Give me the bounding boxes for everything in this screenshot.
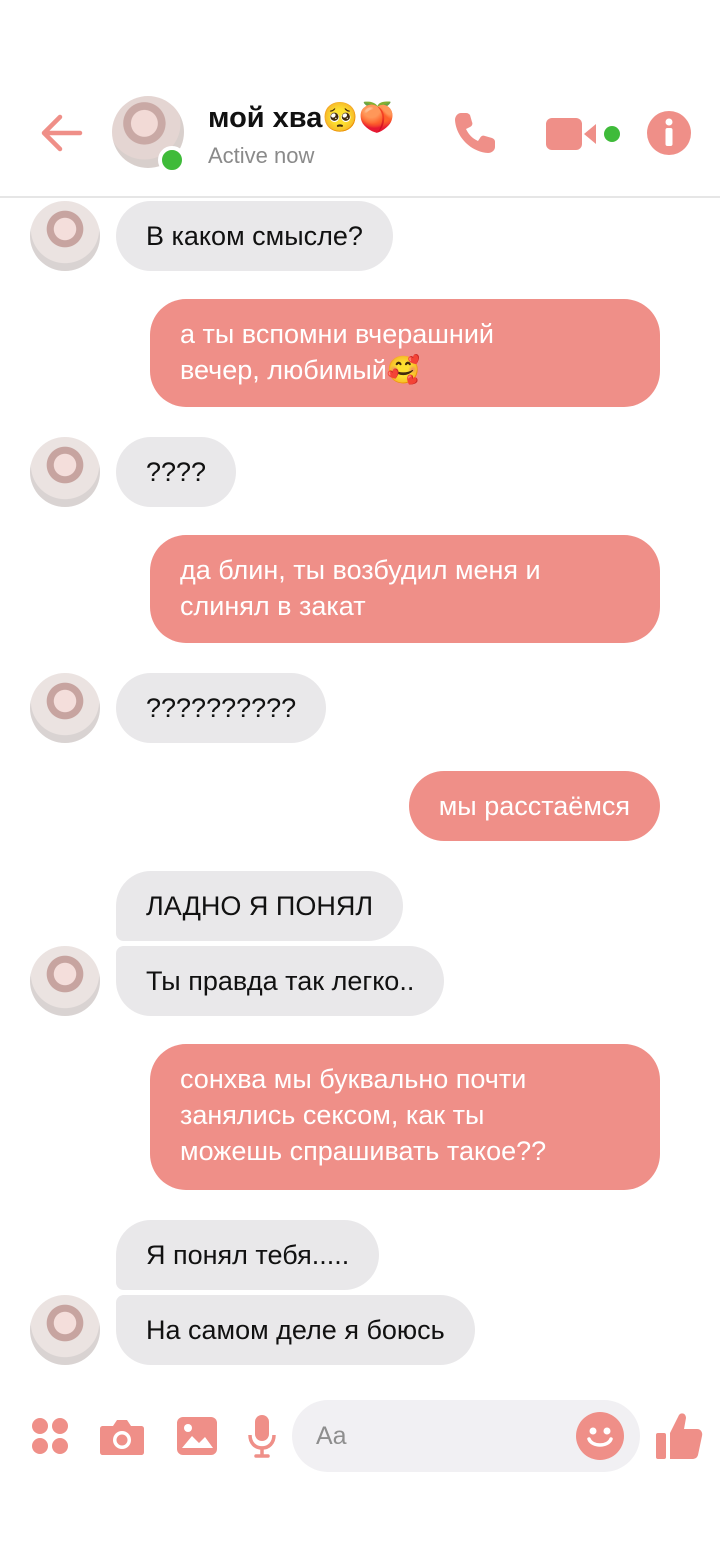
- thumbs-up-icon: [656, 1413, 703, 1459]
- sender-avatar[interactable]: [30, 437, 100, 507]
- video-call-button[interactable]: [544, 110, 624, 158]
- incoming-message[interactable]: ????: [116, 437, 237, 507]
- contact-name[interactable]: мой хва🥺🍑: [208, 101, 395, 135]
- phone-icon: [455, 113, 495, 153]
- incoming-message[interactable]: Я понял тебя.....: [116, 1220, 380, 1290]
- sender-avatar[interactable]: [30, 946, 100, 1016]
- emoji-icon: [587, 1427, 613, 1447]
- outgoing-message[interactable]: да блин, ты возбудил меня и слинял в зак…: [150, 535, 660, 643]
- incoming-message[interactable]: На самом деле я боюсь: [116, 1295, 475, 1365]
- contact-avatar[interactable]: [112, 96, 186, 174]
- chat-screen: мой хва🥺🍑 Active now В каком смысле? а т…: [0, 0, 720, 1560]
- incoming-message[interactable]: ??????????: [116, 673, 327, 743]
- sender-avatar[interactable]: [30, 673, 100, 743]
- info-button[interactable]: [644, 108, 694, 158]
- voice-button[interactable]: [244, 1412, 280, 1460]
- outgoing-message[interactable]: мы расстаёмся: [408, 771, 660, 841]
- message-input[interactable]: Aa: [292, 1400, 640, 1472]
- back-button[interactable]: [36, 108, 86, 158]
- info-icon: [647, 111, 691, 155]
- apps-icon: [32, 1418, 68, 1454]
- microphone-icon: [248, 1415, 276, 1458]
- incoming-message[interactable]: ЛАДНО Я ПОНЯЛ: [116, 871, 404, 941]
- outgoing-message[interactable]: сонхва мы буквально почти занялись сексо…: [150, 1044, 660, 1190]
- online-indicator: [158, 146, 186, 174]
- emoji-button[interactable]: [576, 1412, 624, 1460]
- chat-header: мой хва🥺🍑 Active now: [0, 0, 720, 198]
- incoming-message[interactable]: Ты правда так легко..: [116, 946, 445, 1016]
- gallery-button[interactable]: [174, 1414, 220, 1458]
- outgoing-message[interactable]: а ты вспомни вчерашний вечер, любимый🥰: [150, 299, 660, 407]
- contact-status: Active now: [208, 143, 315, 168]
- sender-avatar[interactable]: [30, 1295, 100, 1365]
- call-button[interactable]: [448, 106, 502, 160]
- like-button[interactable]: [654, 1410, 704, 1462]
- message-input-placeholder: Aa: [316, 1422, 347, 1450]
- video-camera-icon: [546, 118, 620, 150]
- camera-button[interactable]: [98, 1414, 146, 1458]
- incoming-message[interactable]: В каком смысле?: [116, 201, 393, 271]
- apps-button[interactable]: [30, 1416, 70, 1456]
- back-arrow-icon: [41, 114, 83, 152]
- sender-avatar[interactable]: [30, 201, 100, 271]
- image-icon: [177, 1417, 217, 1455]
- camera-icon: [100, 1420, 144, 1455]
